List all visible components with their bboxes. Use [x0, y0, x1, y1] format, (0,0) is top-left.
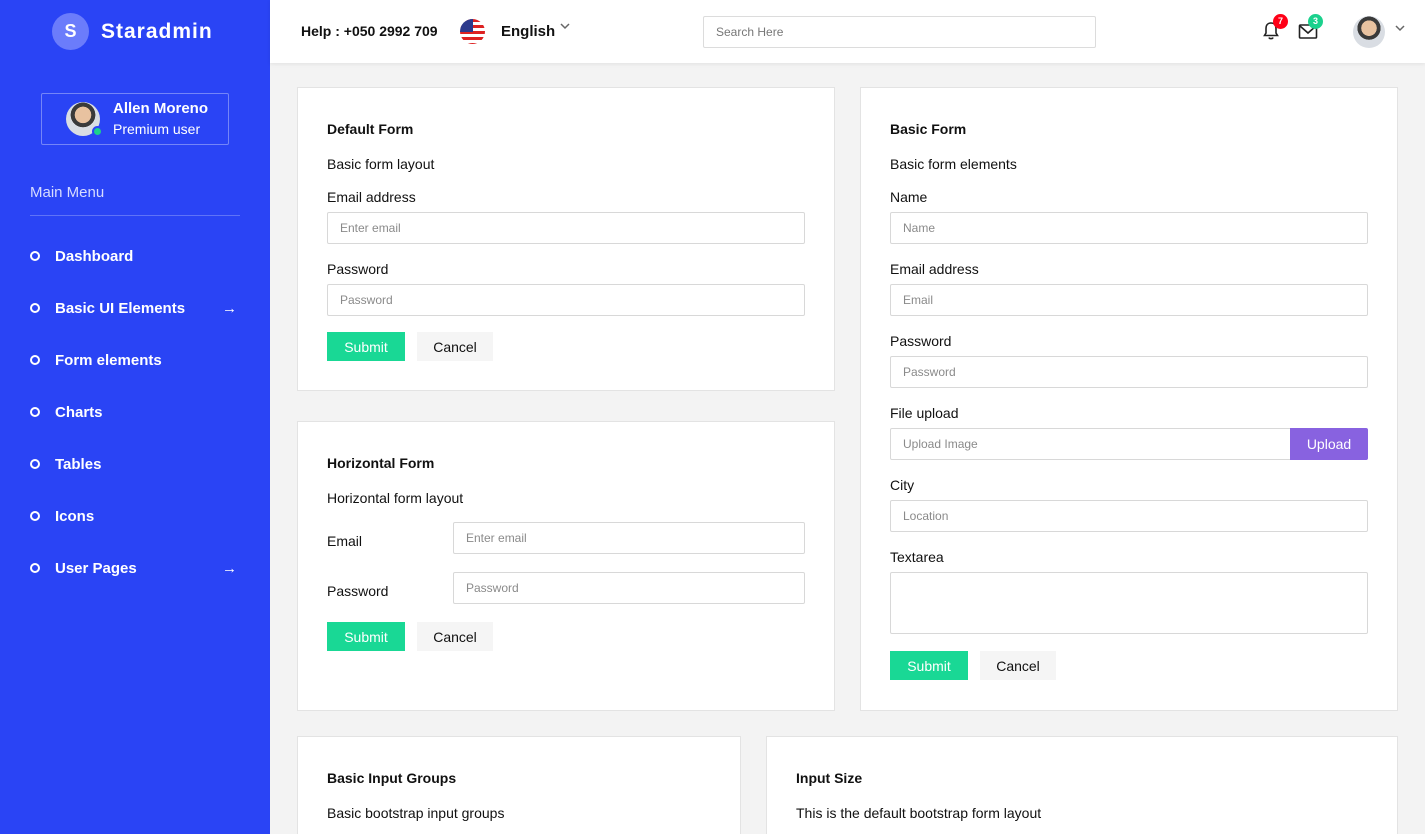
chevron-down-icon[interactable]: [559, 19, 571, 35]
card-description: Basic bootstrap input groups: [327, 805, 505, 821]
notifications-badge: 7: [1273, 14, 1288, 29]
sidebar-item-form-elements[interactable]: Form elements: [30, 334, 240, 386]
arrow-right-icon: →: [222, 559, 237, 577]
sidebar-item-label: Charts: [55, 403, 103, 421]
topbar: Help : +050 2992 709 English 7 3: [270, 0, 1425, 63]
online-status-dot: [92, 126, 103, 137]
circle-icon: [30, 251, 40, 261]
us-flag-icon[interactable]: [460, 19, 485, 44]
email-label: Email: [327, 533, 363, 549]
main-menu: Dashboard Basic UI Elements → Form eleme…: [30, 230, 240, 594]
profile-name: Allen Moreno: [113, 100, 209, 117]
card-title: Input Size: [796, 770, 863, 786]
sidebar-item-label: Tables: [55, 455, 102, 473]
sidebar-item-label: Icons: [55, 507, 95, 525]
messages-badge: 3: [1308, 14, 1323, 29]
city-label: City: [890, 477, 915, 493]
email-field[interactable]: [453, 522, 805, 554]
sidebar-item-label: Basic UI Elements: [55, 299, 186, 317]
profile-card[interactable]: Allen Moreno Premium user: [41, 93, 229, 145]
avatar[interactable]: [1353, 16, 1385, 48]
input-size-card: Input Size This is the default bootstrap…: [766, 736, 1398, 834]
upload-button[interactable]: Upload: [1290, 428, 1368, 460]
brand-logo: S: [52, 13, 89, 50]
brand-name: Staradmin: [101, 19, 213, 43]
card-title: Basic Input Groups: [327, 770, 457, 786]
arrow-right-icon: →: [222, 299, 237, 317]
file-upload-label: File upload: [890, 405, 959, 421]
cancel-button[interactable]: Cancel: [417, 622, 493, 651]
card-description: Horizontal form layout: [327, 490, 464, 506]
language-selector[interactable]: English: [501, 23, 555, 40]
brand[interactable]: S Staradmin: [0, 0, 270, 63]
cancel-button[interactable]: Cancel: [417, 332, 493, 361]
city-field[interactable]: [890, 500, 1368, 532]
card-description: Basic form elements: [890, 156, 1017, 172]
avatar: [66, 102, 103, 137]
email-label: Email address: [327, 189, 416, 205]
circle-icon: [30, 563, 40, 573]
name-field[interactable]: [890, 212, 1368, 244]
input-groups-card: Basic Input Groups Basic bootstrap input…: [297, 736, 741, 834]
submit-button[interactable]: Submit: [890, 651, 968, 680]
submit-button[interactable]: Submit: [327, 622, 405, 651]
email-field[interactable]: [890, 284, 1368, 316]
circle-icon: [30, 303, 40, 313]
sidebar-item-label: Form elements: [55, 351, 162, 369]
sidebar-item-user-pages[interactable]: User Pages →: [30, 542, 240, 594]
email-field[interactable]: [327, 212, 805, 244]
profile-role: Premium user: [113, 121, 201, 137]
horizontal-form-card: Horizontal Form Horizontal form layout E…: [297, 421, 835, 711]
card-title: Default Form: [327, 121, 414, 137]
sidebar-item-tables[interactable]: Tables: [30, 438, 240, 490]
sidebar-item-icons[interactable]: Icons: [30, 490, 240, 542]
sidebar-item-dashboard[interactable]: Dashboard: [30, 230, 240, 282]
chevron-down-icon[interactable]: [1394, 21, 1406, 37]
password-field[interactable]: [890, 356, 1368, 388]
submit-button[interactable]: Submit: [327, 332, 405, 361]
card-description: This is the default bootstrap form layou…: [796, 805, 1042, 821]
password-label: Password: [327, 261, 389, 277]
password-field[interactable]: [327, 284, 805, 316]
name-label: Name: [890, 189, 928, 205]
textarea-field[interactable]: [890, 572, 1368, 634]
password-label: Password: [890, 333, 952, 349]
circle-icon: [30, 355, 40, 365]
sidebar-item-label: Dashboard: [55, 247, 134, 265]
circle-icon: [30, 407, 40, 417]
file-upload-field[interactable]: [890, 428, 1291, 460]
menu-title: Main Menu: [30, 184, 105, 201]
email-label: Email address: [890, 261, 979, 277]
card-title: Horizontal Form: [327, 455, 435, 471]
sidebar-item-label: User Pages: [55, 559, 137, 577]
card-description: Basic form layout: [327, 156, 435, 172]
basic-form-card: Basic Form Basic form elements Name Emai…: [860, 87, 1398, 711]
cancel-button[interactable]: Cancel: [980, 651, 1056, 680]
menu-divider: [30, 215, 240, 216]
circle-icon: [30, 459, 40, 469]
sidebar: S Staradmin Allen Moreno Premium user Ma…: [0, 0, 270, 834]
sidebar-item-basic-ui-elements[interactable]: Basic UI Elements →: [30, 282, 240, 334]
sidebar-item-charts[interactable]: Charts: [30, 386, 240, 438]
textarea-label: Textarea: [890, 549, 944, 565]
search-input[interactable]: [703, 16, 1096, 48]
password-field[interactable]: [453, 572, 805, 604]
help-phone: Help : +050 2992 709: [301, 23, 438, 39]
card-title: Basic Form: [890, 121, 967, 137]
default-form-card: Default Form Basic form layout Email add…: [297, 87, 835, 391]
password-label: Password: [327, 583, 389, 599]
circle-icon: [30, 511, 40, 521]
